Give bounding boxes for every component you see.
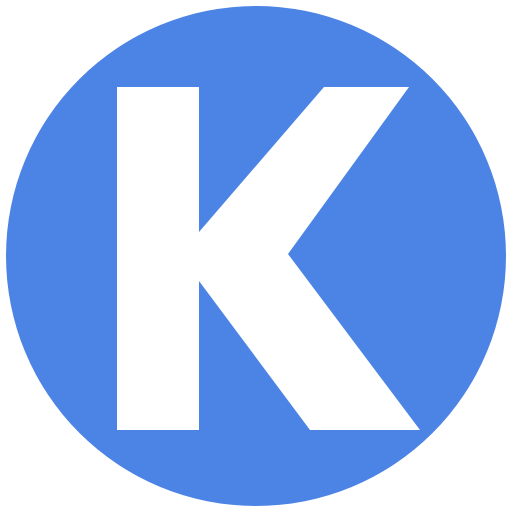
app-icon[interactable]: K — [0, 0, 512, 512]
k-letter-icon — [6, 6, 506, 506]
